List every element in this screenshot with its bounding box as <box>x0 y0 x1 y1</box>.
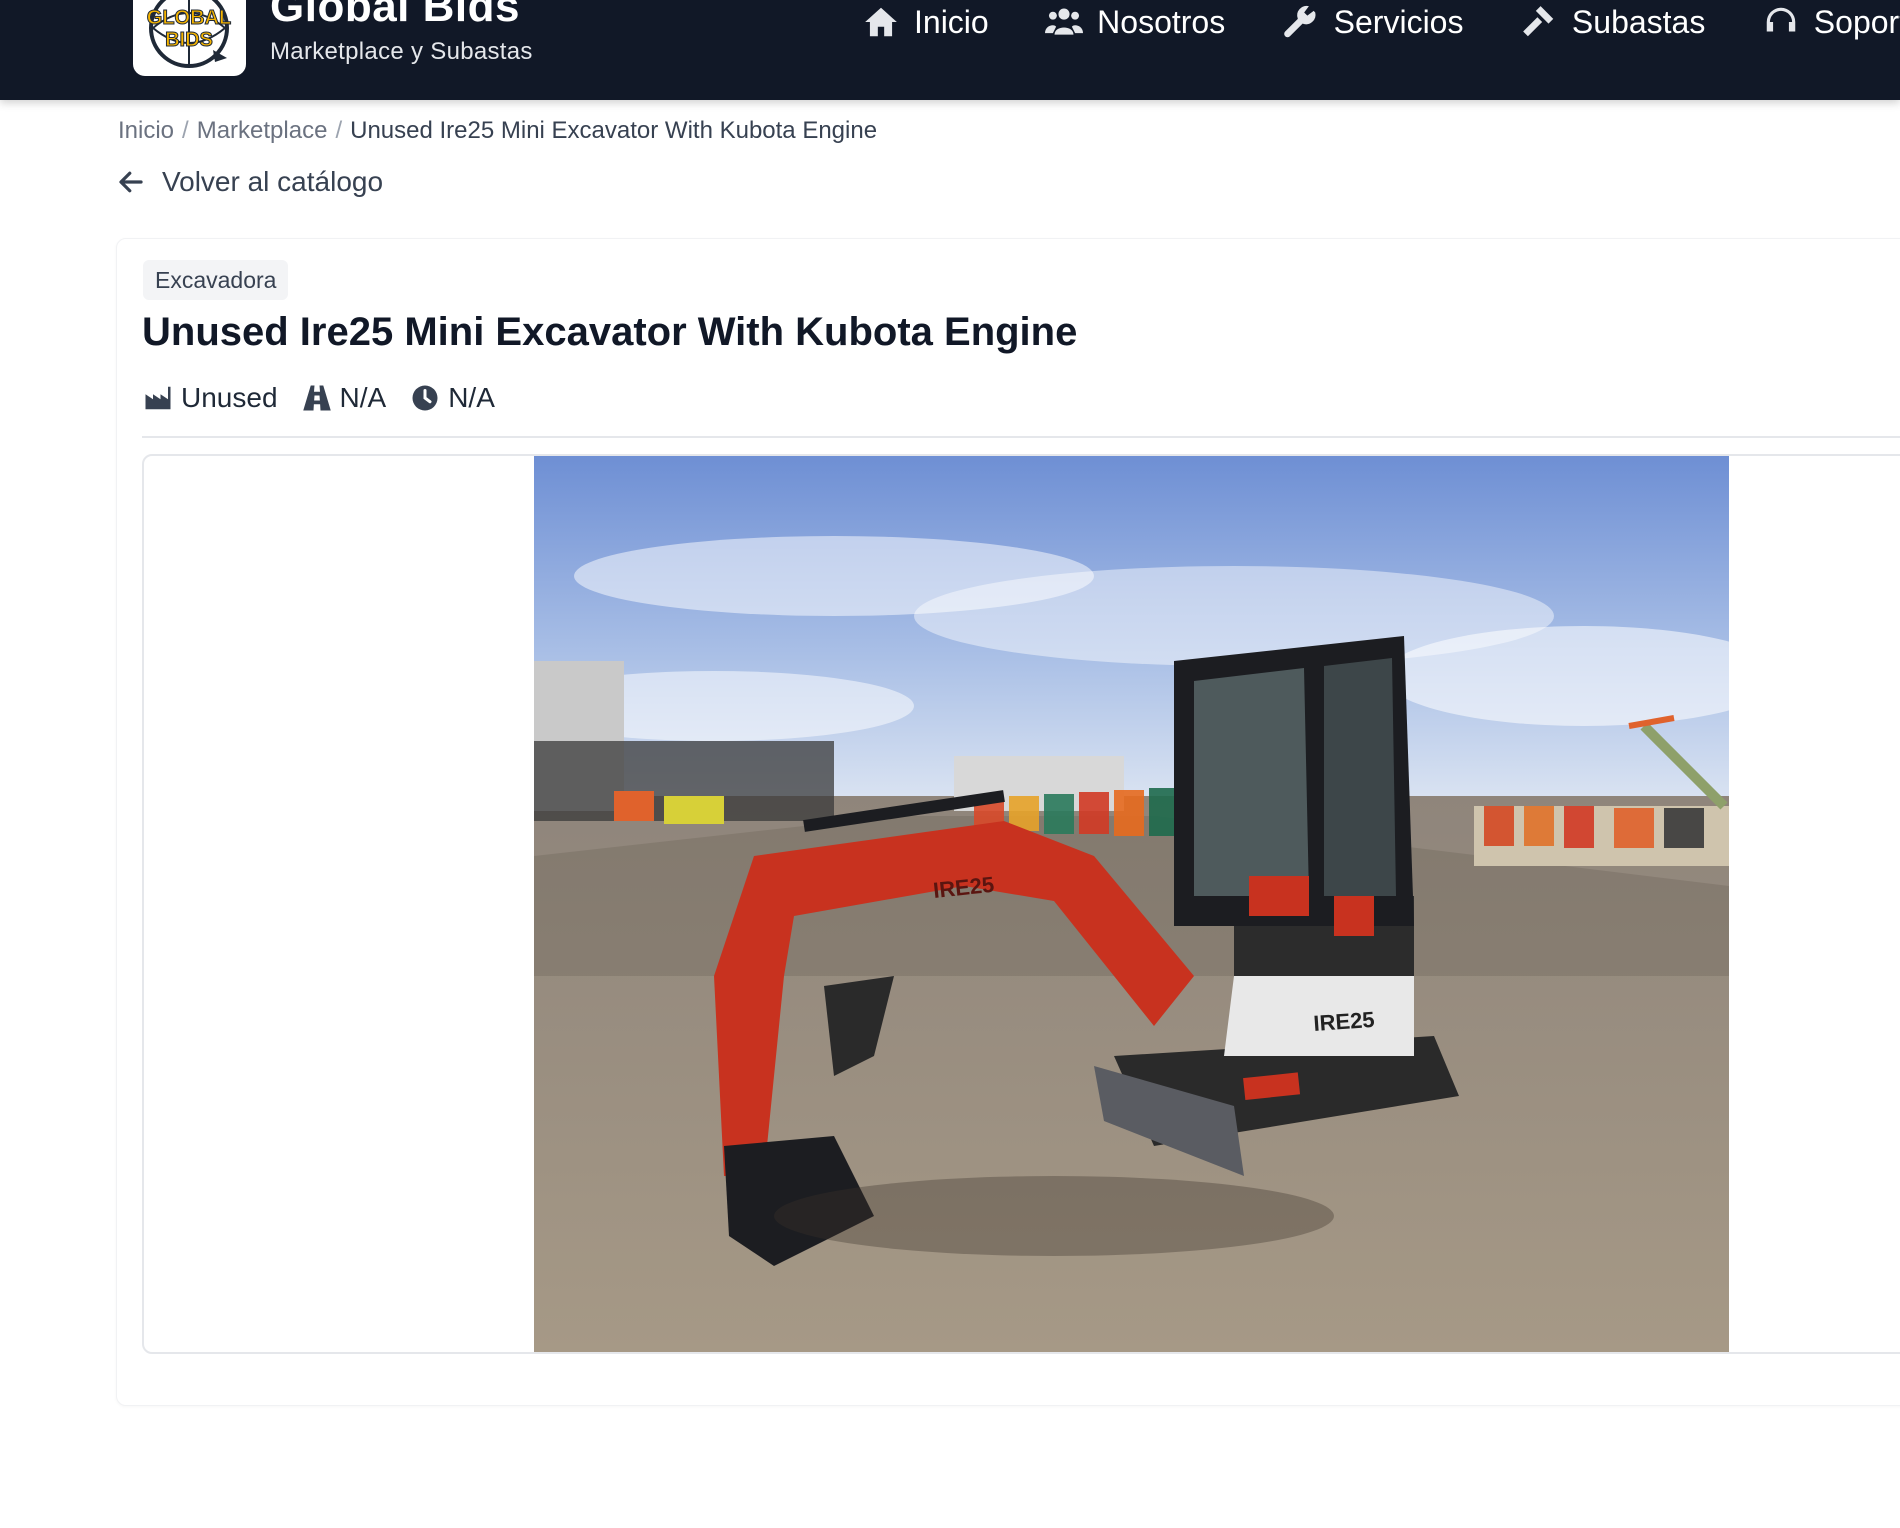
nav-item-nosotros[interactable]: Nosotros <box>1045 0 1225 44</box>
wrench-icon <box>1283 5 1316 38</box>
spec-mileage: N/A <box>302 382 387 414</box>
gavel-icon <box>1523 6 1554 37</box>
breadcrumb-separator: / <box>335 117 343 144</box>
main-nav: Inicio Nosotros Servicios Subastas Sopor… <box>862 0 1900 44</box>
back-link-label: Volver al catálogo <box>162 166 384 197</box>
brand-logo[interactable]: GLOBAL BIDS <box>133 0 246 76</box>
listing-title: Unused Ire25 Mini Excavator With Kubota … <box>142 310 1078 354</box>
nav-item-label: Soporte <box>1813 3 1900 40</box>
headset-icon <box>1766 7 1796 32</box>
spec-condition-value: Unused <box>181 382 278 413</box>
brand-name[interactable]: Global Bids <box>270 0 520 32</box>
nav-item-inicio[interactable]: Inicio <box>862 0 989 44</box>
breadcrumb: Inicio / Marketplace / Unused Ire25 Mini Exc… <box>118 117 877 145</box>
breadcrumb-inicio[interactable]: Inicio <box>118 117 174 144</box>
excavator-photo[interactable]: IRE25 IRE25 <box>534 456 1729 1352</box>
brand-tagline: Marketplace y Subastas <box>270 38 533 65</box>
svg-text:BIDS: BIDS <box>165 29 213 51</box>
top-navbar: GLOBAL BIDS Global Bids Marketplace y Su… <box>0 0 1900 100</box>
svg-text:GLOBAL: GLOBAL <box>147 7 231 29</box>
nav-item-soporte[interactable]: Soporte <box>1762 0 1900 44</box>
nav-item-subastas[interactable]: Subastas <box>1520 0 1705 44</box>
spec-hours: N/A <box>410 382 495 414</box>
nav-item-servicios[interactable]: Servicios <box>1282 0 1464 44</box>
industry-icon <box>145 386 171 410</box>
spec-condition: Unused <box>143 382 278 414</box>
spec-hours-value: N/A <box>448 382 495 413</box>
home-icon <box>865 7 897 37</box>
breadcrumb-marketplace[interactable]: Marketplace <box>197 117 328 144</box>
clock-icon <box>412 385 438 411</box>
listing-specs: Unused N/A N/A <box>143 382 519 414</box>
back-to-catalog-link[interactable]: Volver al catálogo <box>116 166 383 198</box>
arrow-left-icon <box>119 171 143 193</box>
svg-text:IRE25: IRE25 <box>1313 1007 1376 1036</box>
breadcrumb-current: Unused Ire25 Mini Excavator With Kubota … <box>350 117 878 144</box>
spec-mileage-value: N/A <box>339 382 387 413</box>
nav-item-label: Subastas <box>1571 3 1706 40</box>
nav-item-label: Inicio <box>914 3 989 40</box>
road-icon <box>302 385 331 411</box>
breadcrumb-separator: / <box>182 117 189 144</box>
category-badge: Excavadora <box>143 260 289 300</box>
section-divider <box>142 436 1900 438</box>
users-icon <box>1045 8 1084 35</box>
nav-item-label: Nosotros <box>1097 3 1226 40</box>
nav-item-label: Servicios <box>1333 3 1464 40</box>
